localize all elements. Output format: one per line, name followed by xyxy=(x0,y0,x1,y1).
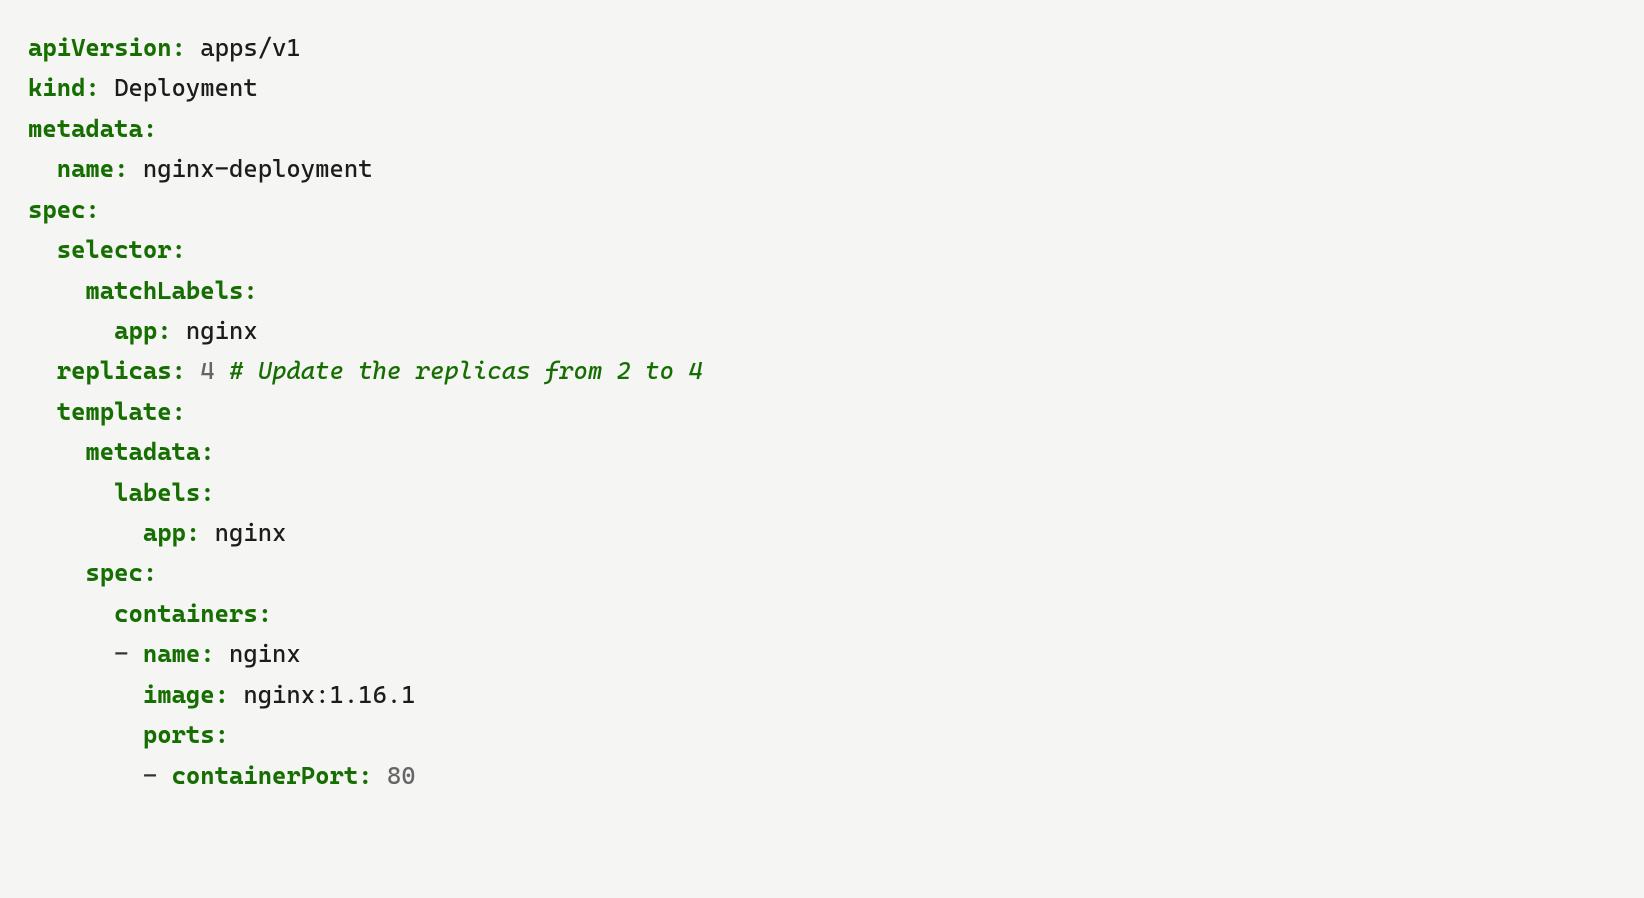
val-container-image: nginx:1.16.1 xyxy=(229,680,416,709)
key-containerport: containerPort: xyxy=(172,761,373,790)
key-replicas: replicas: xyxy=(28,356,186,385)
key-tmpl-labels: labels: xyxy=(28,478,215,507)
val-apiversion: apps/v1 xyxy=(186,33,301,62)
key-matchlabels: matchLabels: xyxy=(28,276,258,305)
key-apiversion: apiVersion: xyxy=(28,33,186,62)
val-tmpl-labels-app: nginx xyxy=(200,518,286,547)
indent-image xyxy=(28,680,143,709)
key-container-ports: ports: xyxy=(143,720,229,749)
comment-replicas: # Update the replicas from 2 to 4 xyxy=(229,356,703,385)
key-tmpl-metadata: metadata: xyxy=(28,437,215,466)
key-containers: containers: xyxy=(28,599,272,628)
key-metadata-name: name: xyxy=(28,154,129,183)
val-container-name: nginx xyxy=(215,639,301,668)
key-template: template: xyxy=(28,397,186,426)
key-tmpl-labels-app: app: xyxy=(28,518,200,547)
key-kind: kind: xyxy=(28,73,100,102)
val-matchlabels-app: nginx xyxy=(172,316,258,345)
yaml-code-block: apiVersion: apps/v1 kind: Deployment met… xyxy=(28,28,1616,796)
val-kind: Deployment xyxy=(100,73,258,102)
key-matchlabels-app: app: xyxy=(28,316,172,345)
key-spec: spec: xyxy=(28,195,100,224)
val-metadata-name: nginx-deployment xyxy=(129,154,373,183)
val-containerport: 80 xyxy=(373,761,416,790)
dash-port: - xyxy=(28,761,172,790)
indent-ports xyxy=(28,720,143,749)
key-metadata: metadata: xyxy=(28,114,157,143)
key-container-name: name: xyxy=(143,639,215,668)
val-replicas: 4 xyxy=(186,356,229,385)
key-container-image: image: xyxy=(143,680,229,709)
key-selector: selector: xyxy=(28,235,186,264)
key-tmpl-spec: spec: xyxy=(28,558,157,587)
dash-container: - xyxy=(28,639,143,668)
